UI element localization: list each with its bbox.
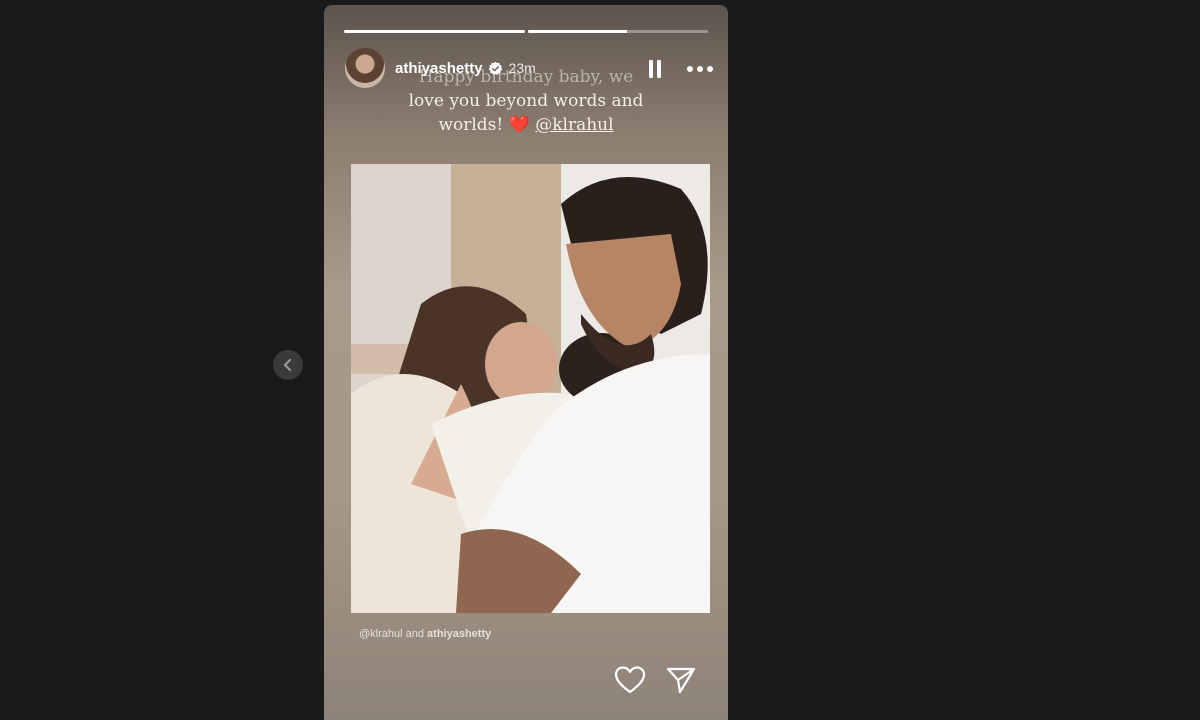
verified-badge-icon (488, 61, 502, 75)
caption-mention-link[interactable]: @klrahul (535, 115, 613, 135)
story-actions (614, 665, 704, 695)
story-photo (351, 164, 710, 613)
progress-segment-1 (344, 30, 525, 33)
send-icon[interactable] (666, 665, 696, 695)
progress-segment-2 (527, 30, 708, 33)
heart-icon[interactable] (614, 665, 646, 695)
username-link[interactable]: athiyashetty (395, 60, 483, 77)
tagged-user-athiyashetty[interactable]: athiyashetty (427, 628, 491, 640)
chevron-left-icon (283, 358, 292, 372)
story-header: athiyashetty 23m (345, 48, 713, 88)
family-photo-image (351, 164, 710, 613)
tagged-user-klrahul[interactable]: @klrahul (359, 628, 403, 640)
caption-line-3-text: worlds! (438, 115, 509, 135)
tagged-users: @klrahul and athiyashetty (359, 628, 491, 640)
red-heart-emoji: ❤️ (508, 115, 530, 135)
more-options-icon[interactable] (687, 58, 717, 80)
post-time: 23m (508, 60, 536, 76)
caption-line-3: worlds! ❤️ @klrahul (364, 113, 688, 137)
story-progress-bar (344, 30, 708, 33)
story-viewer[interactable]: Happy birthday baby, we love you beyond … (324, 5, 728, 720)
pause-icon[interactable] (647, 60, 663, 78)
avatar[interactable] (345, 48, 385, 88)
tag-separator: and (402, 628, 428, 640)
caption-line-2: love you beyond words and (408, 91, 644, 111)
previous-story-button[interactable] (273, 350, 303, 380)
